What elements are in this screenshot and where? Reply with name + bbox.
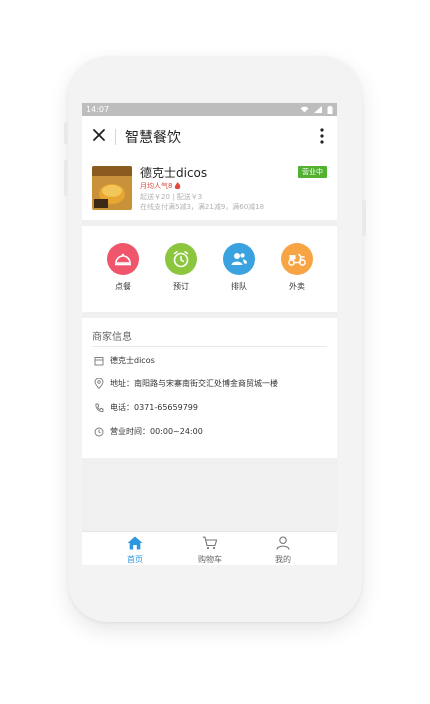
shop-name: 德克士dicos	[140, 166, 208, 180]
action-takeout[interactable]: 外卖	[277, 243, 317, 292]
more-icon[interactable]	[320, 128, 324, 144]
phone-side-button	[64, 122, 68, 144]
tab-home-label: 首页	[127, 555, 143, 564]
info-phone: 电话：0371-65659799	[110, 403, 198, 412]
info-address-row[interactable]: 地址：南阳路与宋寨南街交汇处博金商贸城一楼	[94, 378, 278, 389]
status-badge: 营业中	[298, 166, 327, 178]
status-bar: 14:07	[82, 103, 337, 116]
signal-icon	[314, 106, 322, 113]
clock-outline-icon	[94, 427, 104, 436]
popularity-text: 月均人气8	[140, 181, 181, 191]
delivery-fee: 起送￥20 | 配送￥3	[140, 193, 203, 201]
action-order-label: 点餐	[115, 282, 131, 291]
action-reserve-label: 预订	[173, 282, 189, 291]
phone-side-button	[64, 160, 68, 196]
close-icon[interactable]	[92, 128, 106, 142]
action-queue-label: 排队	[231, 282, 247, 291]
merchant-info: 商家信息 德克士dicos 地址：南阳路与宋寨南街交汇处博金商贸城一楼 电话：0…	[82, 318, 337, 458]
clock-icon	[173, 251, 189, 268]
status-time: 14:07	[86, 105, 110, 114]
fire-icon	[175, 182, 181, 190]
people-icon	[231, 253, 247, 265]
action-reserve[interactable]: 预订	[161, 243, 201, 292]
battery-icon	[327, 105, 333, 114]
action-queue[interactable]: 排队	[219, 243, 259, 292]
app-bar: 智慧餐饮	[82, 116, 337, 156]
cloche-icon	[115, 253, 131, 266]
merchant-info-heading: 商家信息	[92, 332, 132, 343]
info-hours: 营业时间：00:00~24:00	[110, 427, 203, 436]
home-icon	[127, 536, 143, 550]
appbar-divider	[115, 129, 116, 145]
app-screen: 14:07 智慧餐饮 德克士dicos 月均人气8 起送￥20 | 配送￥3 在…	[82, 103, 337, 565]
bottom-tab-bar: 首页 购物车 我的	[82, 531, 337, 565]
shop-thumbnail	[92, 166, 132, 210]
user-icon	[276, 536, 290, 550]
store-icon	[94, 356, 104, 365]
phone-side-button	[362, 200, 366, 236]
tab-home[interactable]: 首页	[105, 536, 165, 565]
info-phone-row[interactable]: 电话：0371-65659799	[94, 402, 198, 413]
scooter-icon	[288, 253, 306, 266]
page-title: 智慧餐饮	[125, 130, 181, 146]
phone-icon	[95, 403, 104, 412]
cart-icon	[202, 536, 218, 550]
shop-card[interactable]: 德克士dicos 月均人气8 起送￥20 | 配送￥3 在线支付满5减3，满21…	[82, 156, 337, 220]
action-panel: 点餐 预订 排队 外卖	[82, 226, 337, 312]
info-address: 地址：南阳路与宋寨南街交汇处博金商贸城一楼	[110, 379, 278, 388]
action-takeout-label: 外卖	[289, 282, 305, 291]
action-order[interactable]: 点餐	[103, 243, 143, 292]
info-name-row: 德克士dicos	[94, 355, 155, 366]
promotion-text: 在线支付满5减3，满21减9，满60减18	[140, 203, 265, 211]
tab-profile-label: 我的	[275, 555, 291, 564]
wifi-icon	[300, 106, 309, 113]
info-hours-row: 营业时间：00:00~24:00	[94, 426, 203, 437]
divider	[92, 346, 327, 347]
info-name: 德克士dicos	[110, 356, 155, 365]
location-icon	[94, 378, 104, 389]
tab-cart[interactable]: 购物车	[180, 536, 240, 565]
tab-profile[interactable]: 我的	[253, 536, 313, 565]
tab-cart-label: 购物车	[198, 555, 222, 564]
